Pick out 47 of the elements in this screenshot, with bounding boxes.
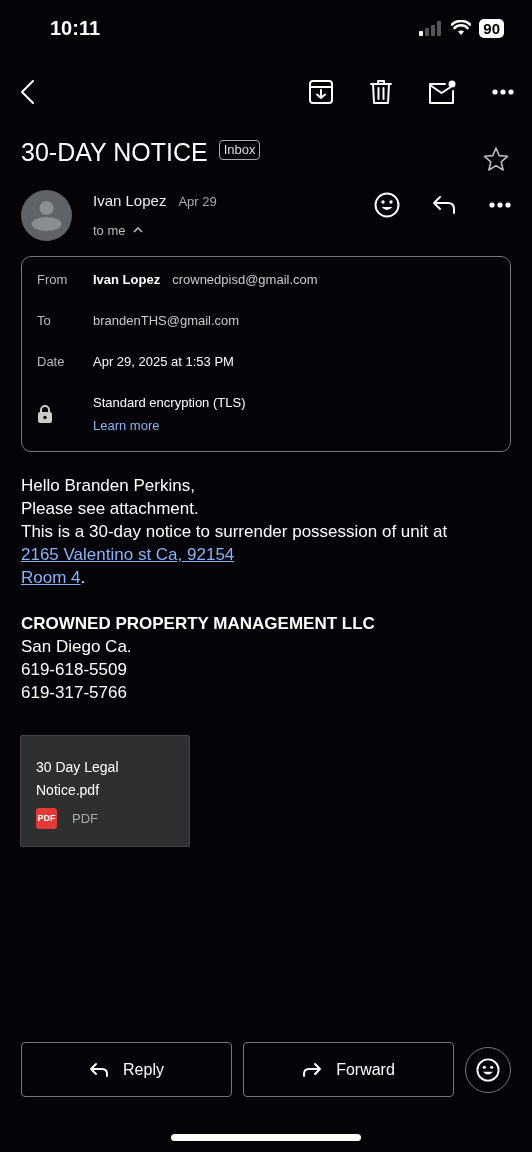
status-time: 10:11 bbox=[50, 16, 101, 41]
detail-label: From bbox=[37, 271, 69, 289]
more-icon[interactable] bbox=[489, 202, 511, 208]
recipient-toggle[interactable]: to me bbox=[93, 220, 217, 240]
sender-name: Ivan Lopez bbox=[93, 271, 161, 289]
encryption-text: Standard encryption (TLS) bbox=[93, 394, 246, 412]
address-link[interactable]: Room 4 bbox=[21, 566, 81, 589]
body-text: Hello Branden Perkins, bbox=[21, 475, 195, 497]
lock-icon bbox=[37, 404, 53, 424]
reply-icon[interactable] bbox=[432, 195, 456, 215]
more-icon[interactable] bbox=[492, 89, 514, 95]
pdf-icon: PDF bbox=[36, 808, 57, 829]
detail-value: brandenTHS@gmail.com bbox=[93, 312, 240, 330]
star-icon[interactable] bbox=[483, 146, 509, 172]
forward-icon bbox=[302, 1061, 323, 1078]
sent-date: Apr 29 bbox=[178, 193, 217, 211]
attachment-name: 30 Day Legal Notice.pdf bbox=[36, 758, 120, 800]
body-text: . bbox=[80, 567, 86, 589]
sender-name: Ivan Lopez bbox=[93, 191, 167, 211]
detail-label: To bbox=[37, 312, 52, 330]
reply-icon bbox=[89, 1061, 110, 1078]
signature-line: 619-317-5766 bbox=[21, 682, 128, 704]
body-text: Please see attachment. bbox=[21, 498, 199, 520]
forward-button[interactable]: Forward bbox=[243, 1042, 454, 1097]
mark-unread-icon[interactable] bbox=[428, 79, 456, 105]
file-type: PDF bbox=[72, 809, 98, 828]
emoji-icon[interactable] bbox=[374, 192, 400, 218]
signature-line: 619-618-5509 bbox=[21, 659, 128, 681]
inbox-label: Inbox bbox=[218, 140, 261, 160]
company-name: CROWNED PROPERTY MANAGEMENT LLC bbox=[21, 613, 376, 635]
sender-email: crownedpisd@gmail.com bbox=[172, 271, 318, 289]
email-subject: 30-DAY NOTICE bbox=[21, 137, 208, 168]
trash-icon[interactable] bbox=[370, 79, 392, 105]
attachment-card[interactable]: 30 Day Legal Notice.pdf PDF PDF bbox=[20, 735, 190, 847]
body-text: This is a 30-day notice to surrender possession of unit at bbox=[21, 521, 448, 543]
battery-indicator: 90 bbox=[479, 18, 504, 38]
signature-line: San Diego Ca. bbox=[21, 636, 133, 658]
archive-icon[interactable] bbox=[308, 79, 334, 105]
wifi-icon bbox=[451, 20, 472, 36]
address-link[interactable]: 2165 Valentino st Ca, 92154 bbox=[21, 543, 235, 566]
emoji-icon bbox=[476, 1057, 500, 1082]
detail-label: Date bbox=[37, 353, 66, 371]
signal-icon bbox=[419, 20, 444, 36]
detail-value: Apr 29, 2025 at 1:53 PM bbox=[93, 353, 234, 371]
avatar bbox=[21, 190, 72, 241]
learn-more-link[interactable]: Learn more bbox=[93, 417, 246, 435]
reply-button[interactable]: Reply bbox=[21, 1042, 232, 1097]
